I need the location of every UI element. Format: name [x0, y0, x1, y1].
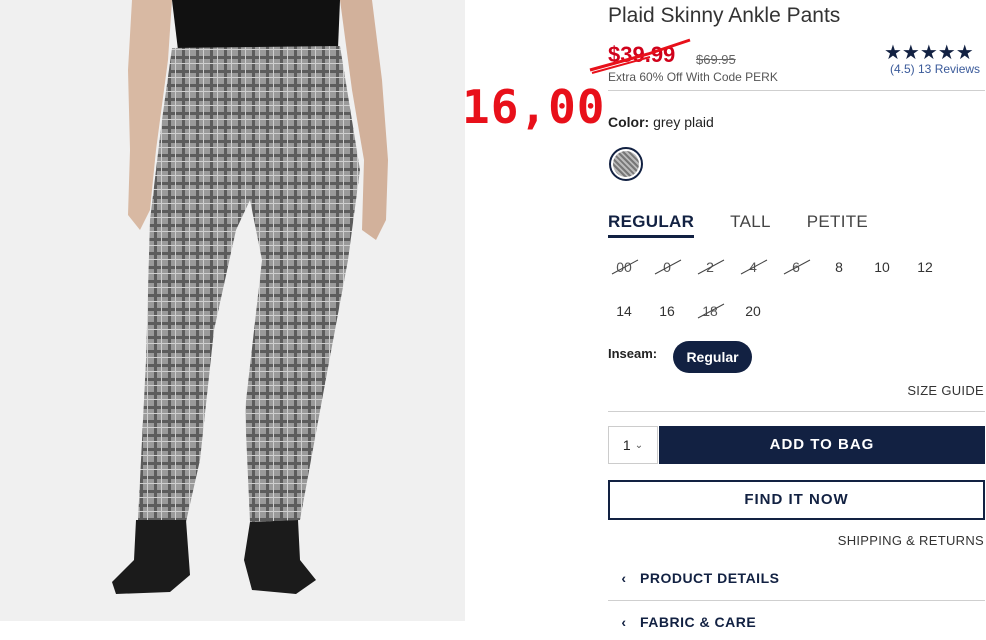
tab-regular[interactable]: REGULAR: [608, 212, 695, 238]
inseam-label: Inseam:: [608, 346, 658, 361]
divider: [608, 90, 985, 91]
original-price: $69.95: [696, 52, 736, 67]
fabric-care-section[interactable]: ‹ FABRIC & CARE: [608, 604, 985, 640]
unavailable-slash: [697, 259, 725, 275]
size-18[interactable]: 18: [690, 298, 730, 324]
size-2[interactable]: 2: [690, 254, 730, 280]
unavailable-slash: [654, 259, 682, 275]
chevron-left-icon: ‹: [621, 570, 627, 586]
shipping-returns-link[interactable]: SHIPPING & RETURNS: [838, 533, 984, 548]
product-details-section[interactable]: ‹ PRODUCT DETAILS: [608, 560, 985, 596]
unavailable-slash: [740, 259, 768, 275]
color-value: grey plaid: [653, 114, 714, 130]
size-0[interactable]: 0: [647, 254, 687, 280]
unavailable-slash: [783, 259, 811, 275]
divider: [608, 411, 985, 412]
reviews-link[interactable]: (4.5) 13 Reviews: [890, 62, 980, 76]
add-to-bag-button[interactable]: ADD TO BAG: [659, 426, 985, 464]
size-20[interactable]: 20: [733, 298, 773, 324]
promo-text: Extra 60% Off With Code PERK: [608, 70, 778, 84]
half-star-icon: ★: [955, 42, 974, 64]
size-10[interactable]: 10: [862, 254, 902, 280]
chevron-down-icon: ⌄: [634, 439, 644, 451]
unavailable-slash: [611, 259, 639, 275]
color-label: Color:: [608, 114, 650, 130]
inseam-regular-button[interactable]: Regular: [673, 341, 752, 373]
swatch-fill: [613, 151, 639, 177]
size-6[interactable]: 6: [776, 254, 816, 280]
tab-petite[interactable]: PETITE: [807, 212, 868, 238]
size-14[interactable]: 14: [604, 298, 644, 324]
section-label: FABRIC & CARE: [640, 614, 757, 630]
handwritten-price-annotation: 16,00: [462, 80, 606, 134]
tab-tall[interactable]: TALL: [730, 212, 771, 238]
chevron-left-icon: ‹: [621, 614, 627, 630]
size-4[interactable]: 4: [733, 254, 773, 280]
size-16[interactable]: 16: [647, 298, 687, 324]
unavailable-slash: [697, 303, 725, 319]
product-image: [0, 0, 465, 621]
divider: [608, 600, 985, 601]
color-swatch[interactable]: [609, 147, 643, 181]
color-label-row: Color: grey plaid: [608, 114, 714, 130]
size-guide-link[interactable]: SIZE GUIDE: [907, 383, 984, 398]
product-title: Plaid Skinny Ankle Pants: [608, 4, 841, 27]
size-8[interactable]: 8: [819, 254, 859, 280]
find-it-now-button[interactable]: FIND IT NOW: [608, 480, 985, 520]
quantity-select[interactable]: 1 ⌄: [608, 426, 658, 464]
size-00[interactable]: 00: [604, 254, 644, 280]
section-label: PRODUCT DETAILS: [640, 570, 780, 586]
quantity-value: 1: [622, 437, 631, 453]
fit-tabs: REGULAR TALL PETITE: [608, 212, 868, 238]
size-12[interactable]: 12: [905, 254, 945, 280]
